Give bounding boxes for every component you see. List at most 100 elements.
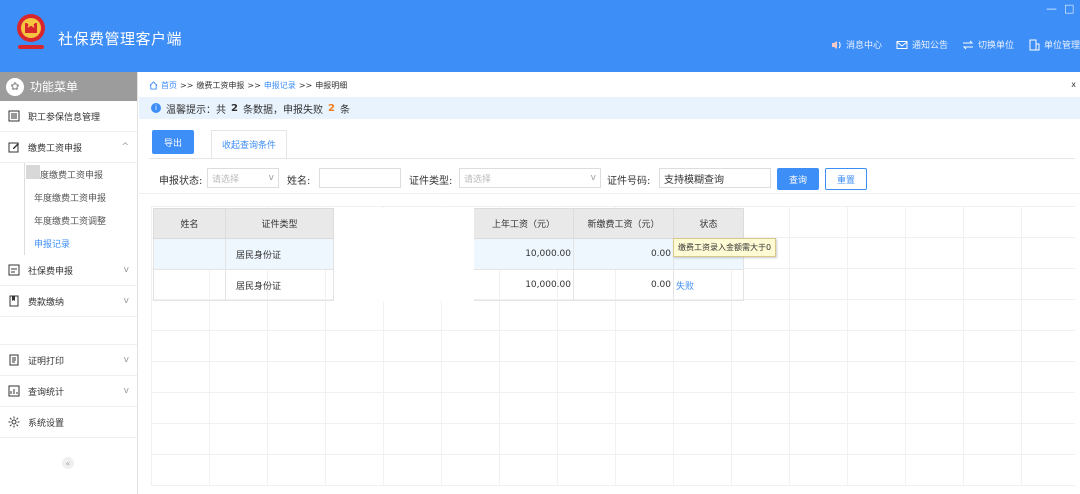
breadcrumb-home[interactable]: 首页 <box>161 80 177 91</box>
unit-management-link[interactable]: 单位管理 <box>1028 38 1080 51</box>
col-id-number <box>333 208 474 239</box>
col-new-salary: 新缴费工资（元） <box>573 208 674 239</box>
cell-name <box>153 238 226 270</box>
document-icon <box>9 354 19 366</box>
maximize-button[interactable]: □ <box>1064 2 1074 15</box>
notice-bar: i 温馨提示：共 2 条数据，申报失败 2 条 <box>139 97 1080 119</box>
mail-icon <box>896 40 908 49</box>
sidebar-subitem-label: 申报记录 <box>34 240 71 250</box>
idtype-placeholder: 请选择 <box>464 174 492 185</box>
export-button[interactable]: 导出 <box>152 130 194 154</box>
cell-id-type: 居民身份证 <box>225 269 334 301</box>
cell-last-salary: 10,000.00 <box>473 269 574 301</box>
filter-bar: 申报状态: 请选择 v 姓名: 证件类型: 请选择 v 证件号码: 支持模糊查询… <box>139 164 1080 194</box>
declaration-table: 姓名 证件类型 上年工资（元） 新缴费工资（元） 状态 居民身份证 10,000… <box>153 208 744 301</box>
table-row[interactable]: 居民身份证 10,000.00 0.00 <box>153 238 744 270</box>
breadcrumb-level2[interactable]: 申报记录 <box>264 80 296 91</box>
cell-new-salary: 0.00 <box>573 238 674 270</box>
home-icon <box>149 81 158 90</box>
sidebar-item-payment[interactable]: 费款缴纳 v <box>0 286 137 317</box>
gear-icon: ✿ <box>6 77 24 96</box>
col-name: 姓名 <box>153 208 226 239</box>
unit-management-label: 单位管理 <box>1043 41 1080 51</box>
chevron-down-icon: v <box>123 386 129 396</box>
cell-name <box>153 269 226 301</box>
redacted-block <box>26 165 40 179</box>
sidebar-item-insured-info[interactable]: 职工参保信息管理 <box>0 101 137 132</box>
sidebar-subitem-label: 年度缴费工资调整 <box>34 217 107 227</box>
status-label: 申报状态: <box>159 176 203 187</box>
sidebar-item-query-stats[interactable]: 查询统计 v <box>0 376 137 407</box>
settings-icon <box>8 416 20 428</box>
sidebar-item-label: 费款缴纳 <box>28 297 65 308</box>
sidebar-subitem-declaration-records[interactable]: 申报记录 <box>0 232 137 255</box>
table-header-row: 姓名 证件类型 上年工资（元） 新缴费工资（元） 状态 <box>153 208 744 239</box>
cell-id-number <box>333 238 474 270</box>
cell-id-number <box>333 269 474 301</box>
sidebar-item-label: 职工参保信息管理 <box>28 112 101 123</box>
sidebar-item-wage-declaration[interactable]: 缴费工资申报 ^ <box>0 132 137 163</box>
notice-link[interactable]: 通知公告 <box>896 38 948 51</box>
sidebar-subitem-annual-wage[interactable]: 年度缴费工资申报 <box>0 186 137 209</box>
sidebar-subitem-monthly-wage[interactable]: 度缴费工资申报 <box>0 163 137 186</box>
col-id-type: 证件类型 <box>225 208 334 239</box>
close-tab-icon[interactable]: x <box>1071 80 1076 89</box>
chevron-down-icon: v <box>590 173 596 183</box>
chevron-up-icon: ^ <box>121 142 129 152</box>
breadcrumb-level3: 申报明细 <box>315 81 348 90</box>
sidebar-item-certificate-print[interactable]: 证明打印 v <box>0 345 137 376</box>
cell-last-salary: 10,000.00 <box>473 238 574 270</box>
sidebar: ✿ 功能菜单 职工参保信息管理 缴费工资申报 ^ 度缴费工资申报 年度缴费工资申… <box>0 72 138 494</box>
tax-emblem-logo <box>17 14 45 49</box>
chevron-down-icon: v <box>123 355 129 365</box>
list-icon <box>8 110 20 122</box>
app-title: 社保费管理客户端 <box>58 30 183 48</box>
sidebar-item-label: 证明打印 <box>28 356 65 367</box>
notice-count: 2 <box>231 102 238 114</box>
form-icon <box>8 264 20 276</box>
chevron-down-icon: v <box>268 173 274 183</box>
table-row[interactable]: 居民身份证 10,000.00 0.00 失败 <box>153 269 744 301</box>
tree-line <box>24 232 25 255</box>
tab-divider <box>149 158 1075 159</box>
sidebar-item-label: 查询统计 <box>28 387 65 398</box>
tree-line <box>24 163 25 186</box>
breadcrumb-sep: >> <box>180 81 194 90</box>
query-button[interactable]: 查询 <box>777 168 819 190</box>
sidebar-subitem-label: 年度缴费工资申报 <box>34 194 107 204</box>
main-content: 首页 >> 缴费工资申报 >> 申报记录 >> 申报明细 x i 温馨提示：共 … <box>139 72 1080 494</box>
notice-fail-count: 2 <box>327 102 335 114</box>
idtype-select[interactable]: 请选择 v <box>459 168 601 188</box>
sidebar-item-label: 缴费工资申报 <box>28 143 83 154</box>
info-icon: i <box>151 103 161 113</box>
tab-collapse-query[interactable]: 收起查询条件 <box>211 130 288 158</box>
status-select[interactable]: 请选择 v <box>207 168 279 188</box>
idtype-label: 证件类型: <box>409 176 453 187</box>
cell-status[interactable]: 失败 <box>673 269 744 301</box>
sidebar-item-social-insurance[interactable]: 社保费申报 v <box>0 255 137 286</box>
breadcrumb-sep: >> <box>298 81 313 90</box>
breadcrumb-sep: >> <box>247 81 261 90</box>
idno-label: 证件号码: <box>607 176 651 187</box>
header-nav: 消息中心 通知公告 切换单位 单位管理 <box>830 38 1080 51</box>
col-status: 状态 <box>673 208 744 239</box>
sidebar-spacer <box>0 317 137 345</box>
breadcrumb-level1[interactable]: 缴费工资申报 <box>196 80 244 91</box>
building-icon <box>1029 39 1040 50</box>
sidebar-subitem-annual-adjust[interactable]: 年度缴费工资调整 <box>0 209 137 232</box>
name-input[interactable] <box>319 168 401 188</box>
cell-new-salary: 0.00 <box>573 269 674 301</box>
app-header: — □ 社保费管理客户端 消息中心 通知公告 切换单位 单位管理 <box>0 0 1080 72</box>
minimize-button[interactable]: — <box>1046 2 1057 15</box>
sidebar-item-system-settings[interactable]: 系统设置 <box>0 407 137 438</box>
switch-unit-link[interactable]: 切换单位 <box>962 38 1014 51</box>
reset-button[interactable]: 重置 <box>825 168 867 190</box>
sidebar-item-label: 系统设置 <box>28 418 65 429</box>
collapse-sidebar-button[interactable]: « <box>62 457 74 469</box>
tree-line <box>24 209 25 232</box>
notice-middle: 条数据，申报失败 <box>242 104 323 116</box>
idno-input[interactable]: 支持模糊查询 <box>659 168 771 188</box>
message-center-label: 消息中心 <box>845 41 882 51</box>
message-center-link[interactable]: 消息中心 <box>830 38 882 51</box>
switch-icon <box>962 40 974 49</box>
